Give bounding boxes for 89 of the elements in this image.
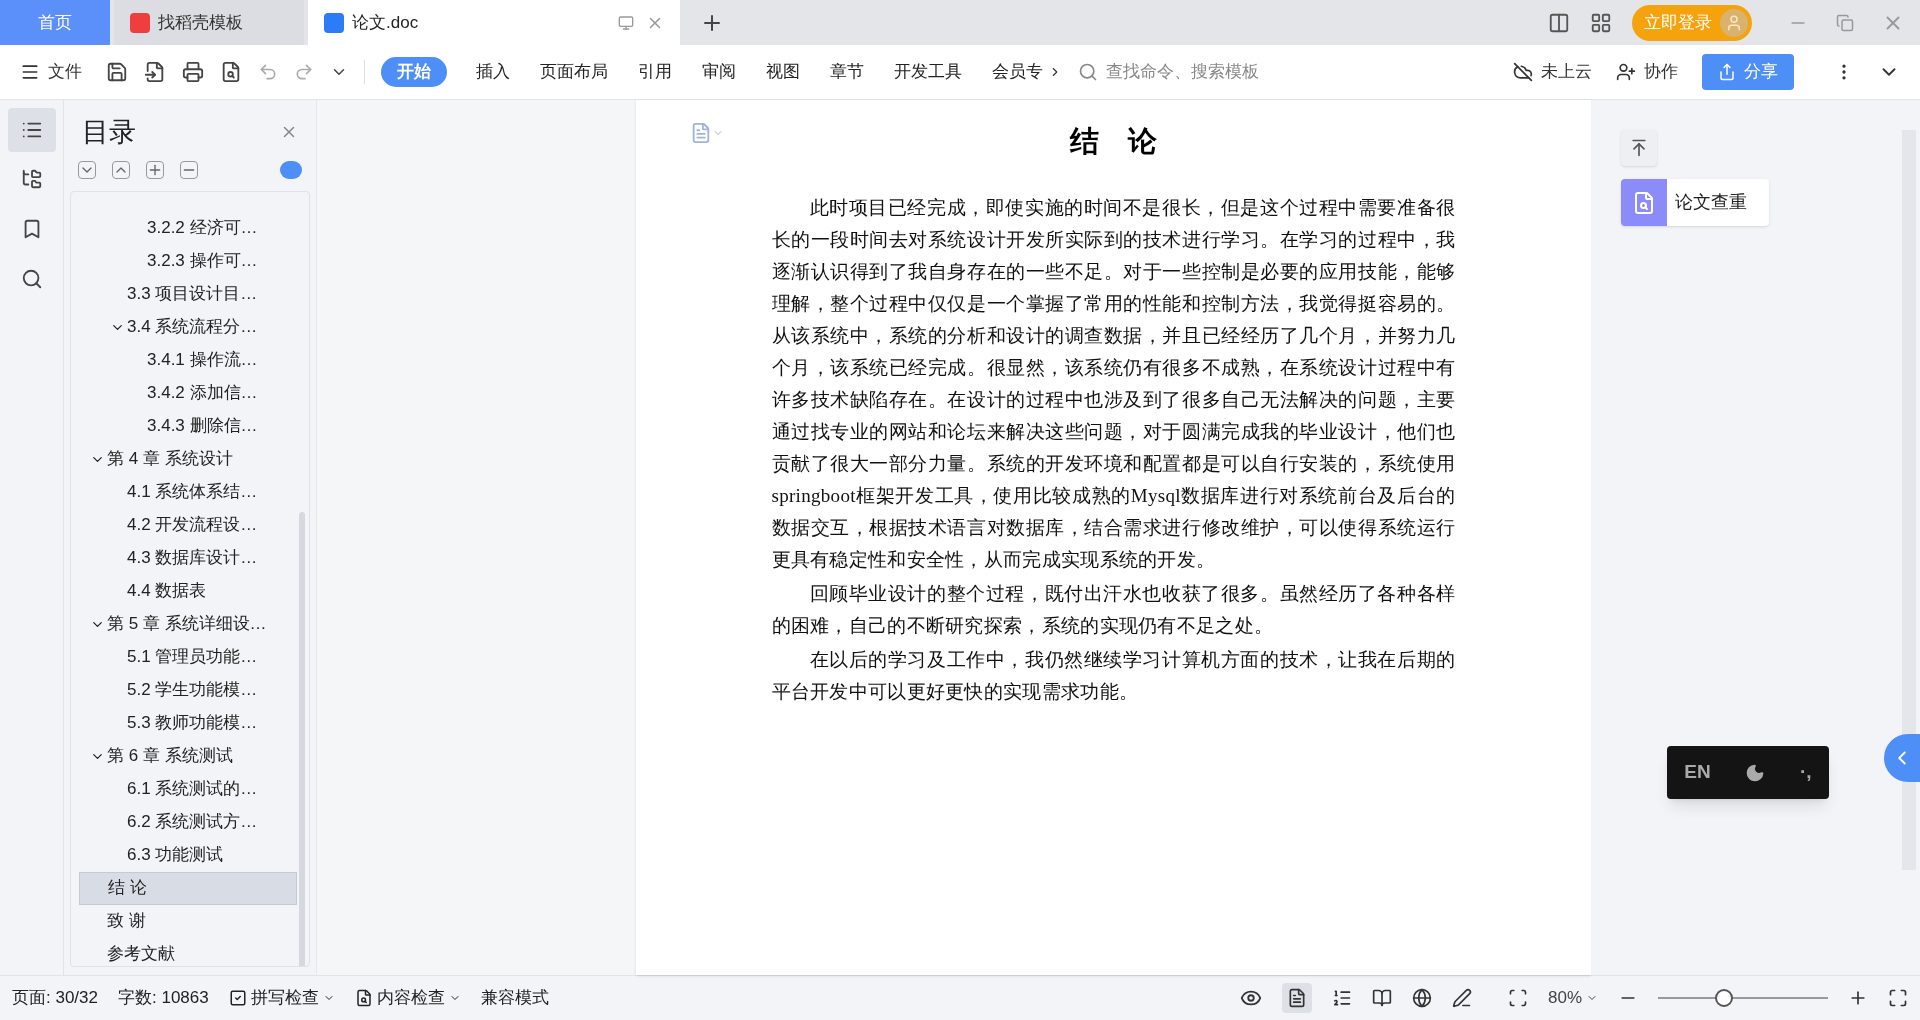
preview-icon[interactable] bbox=[220, 61, 242, 83]
fit-icon[interactable] bbox=[1507, 988, 1528, 1008]
checkbox-icon bbox=[228, 989, 247, 1007]
collaborate-button[interactable]: 协作 bbox=[1616, 59, 1678, 85]
toc-item[interactable]: 第 4 章 系统设计 bbox=[79, 442, 297, 476]
document-title: 结 论 bbox=[1070, 124, 1157, 159]
toc-item[interactable]: 3.2.3 操作可… bbox=[79, 244, 297, 278]
layout-icon[interactable] bbox=[1548, 11, 1570, 34]
ribbon-tab[interactable]: 开发工具 bbox=[881, 57, 975, 87]
ime-toolbar[interactable]: EN ·, bbox=[1667, 746, 1829, 799]
page-view-icon[interactable] bbox=[1281, 983, 1312, 1013]
ime-mode: EN bbox=[1684, 760, 1711, 785]
toc-item[interactable]: 4.1 系统体系结… bbox=[79, 475, 297, 509]
toc-item[interactable]: 5.3 教师功能模… bbox=[79, 706, 297, 740]
ribbon-tab[interactable]: 视图 bbox=[753, 57, 813, 87]
collapse-all-icon[interactable] bbox=[78, 160, 96, 179]
page-count: 页面: 30/32 bbox=[12, 987, 98, 1010]
toc-icon[interactable] bbox=[7, 108, 56, 152]
toc-item[interactable]: 参考文献 bbox=[79, 937, 297, 966]
document-search-icon bbox=[1621, 179, 1667, 226]
promote-icon[interactable] bbox=[146, 160, 164, 179]
collapse-panel-button[interactable] bbox=[1884, 734, 1920, 782]
expand-up-icon[interactable] bbox=[112, 160, 130, 179]
file-menu[interactable]: 文件 bbox=[20, 59, 82, 85]
content-check-button[interactable]: 内容检查 bbox=[354, 985, 461, 1011]
apps-grid-icon[interactable] bbox=[1590, 11, 1612, 34]
toc-item[interactable]: 3.4.2 添加信… bbox=[79, 376, 297, 410]
export-icon[interactable] bbox=[144, 61, 166, 83]
toc-item[interactable]: 第 5 章 系统详细设… bbox=[79, 607, 297, 641]
document-paragraph: 回顾毕业设计的整个过程，既付出汗水也收获了很多。虽然经历了各种各样的困难，自己的不断研究探索，系统的实现仍有不足之处。 bbox=[771, 581, 1456, 638]
toc-item[interactable]: 致 谢 bbox=[79, 904, 297, 938]
tab[interactable]: 找稻壳模板 bbox=[114, 0, 304, 45]
zoom-slider[interactable] bbox=[1714, 989, 1733, 1007]
word-count: 字数: 10863 bbox=[118, 987, 209, 1010]
search-icon bbox=[1078, 62, 1098, 82]
reading-icon[interactable] bbox=[1371, 988, 1392, 1008]
ribbon-tab[interactable]: 引用 bbox=[625, 57, 685, 87]
compat-mode: 兼容模式 bbox=[480, 987, 549, 1010]
pen-icon[interactable] bbox=[1451, 988, 1472, 1008]
toc-item[interactable]: 5.2 学生功能模… bbox=[79, 673, 297, 707]
spell-check-button[interactable]: 拼写检查 bbox=[228, 985, 335, 1011]
toc-item[interactable]: 3.2.2 经济可… bbox=[79, 211, 297, 245]
ribbon-tab[interactable]: 审阅 bbox=[689, 57, 749, 87]
toc-item[interactable]: 4.3 数据库设计… bbox=[79, 541, 297, 575]
search-field[interactable]: 查找命令、搜索模板 bbox=[1078, 59, 1259, 85]
eject-button[interactable] bbox=[1621, 130, 1657, 166]
toc-item[interactable]: 3.3 项目设计目… bbox=[79, 277, 297, 311]
toc-item[interactable]: 5.1 管理员功能… bbox=[79, 640, 297, 674]
toc-item[interactable]: 4.2 开发流程设… bbox=[79, 508, 297, 542]
toc-item[interactable]: 结 论 bbox=[79, 871, 297, 905]
punctuation-mode: ·, bbox=[1800, 760, 1812, 785]
document-paragraph: 在以后的学习及工作中，我仍然继续学习计算机方面的技术，让我在后期的平台开发中可以更好更快的实现需求功能。 bbox=[771, 647, 1456, 704]
toc-item[interactable]: 3.4.3 删除信… bbox=[79, 409, 297, 443]
toc-item[interactable]: 第 6 章 系统测试 bbox=[79, 739, 297, 773]
ribbon-tab[interactable]: 插入 bbox=[463, 57, 523, 87]
toc-item[interactable]: 6.2 系统测试方… bbox=[79, 805, 297, 839]
share-icon bbox=[1718, 63, 1736, 81]
save-icon[interactable] bbox=[106, 61, 128, 83]
ribbon-tab[interactable]: 页面布局 bbox=[527, 57, 621, 87]
zoom-menu[interactable]: 80% bbox=[1547, 985, 1598, 1011]
fullscreen-icon[interactable] bbox=[1888, 988, 1908, 1008]
navigation-icon[interactable] bbox=[20, 168, 43, 190]
collapse-up-icon bbox=[1629, 138, 1649, 158]
ribbon-tab[interactable]: 会员专 bbox=[979, 57, 1056, 87]
toc-item[interactable]: 6.1 系统测试的… bbox=[79, 772, 297, 806]
add-user-icon bbox=[1616, 62, 1636, 82]
toc-item[interactable]: 3.4 系统流程分… bbox=[79, 310, 297, 344]
toc-item[interactable]: 4.4 数据表 bbox=[79, 574, 297, 608]
paper-check-button[interactable]: 论文查重 bbox=[1621, 179, 1769, 226]
toc-item[interactable]: 3.4.1 操作流… bbox=[79, 343, 297, 377]
moon-icon[interactable] bbox=[1745, 762, 1766, 783]
web-icon[interactable] bbox=[1411, 988, 1432, 1008]
monitor-icon[interactable] bbox=[618, 14, 634, 31]
panel-title: 目录 bbox=[82, 116, 136, 149]
toc-item[interactable]: 6.3 功能测试 bbox=[79, 838, 297, 872]
app-logo-icon bbox=[130, 12, 150, 33]
avatar-icon bbox=[1720, 8, 1748, 37]
demote-icon[interactable] bbox=[180, 160, 198, 179]
document-search-icon bbox=[354, 989, 373, 1007]
cloud-button[interactable]: 未上云 bbox=[1513, 59, 1592, 85]
outline-icon[interactable] bbox=[1331, 988, 1352, 1008]
ribbon-tab[interactable]: 章节 bbox=[817, 57, 877, 87]
word-doc-icon bbox=[324, 12, 344, 33]
document-paragraph: 此时项目已经完成，即使实施的时间不是很长，但是这个过程中需要准备很长的一段时间去对系统设计开发所实际到的技术进行学习。在学习的过程中，我逐渐认识得到了我自身存在的一些不足。对于一些控制是必要的应用技能，能够理解，整个过程中仅仅是一个掌握了常用的性能和控制方法，我觉得挺容易的。从该系统中，系统的分析和设计的调查数据，并且已经经历了几个月，并努力几个月，该系统已经完成。很显然，该系统仍有很多不成熟，在系统设计过程中有许多技术缺陷存在。在设计的过程中也涉及到了很多自己无法解决的问题，主要通过找专业的网站和论坛来解决这些问题，对于圆满完成我的毕业设计，他们也贡献了很大一部分力量。系统的开发环境和配置都是可以自行安装的，系统使用springboot框架开发工具，使用比较成熟的Mysql数据库进行对系统前台及后台的数据交互，根据技术语言对数据库，结合需求进行修改维护，可以使得系统运行更具有稳定性和安全性，从而完成实现系统的开发。 bbox=[771, 195, 1456, 572]
cloud-icon bbox=[1513, 62, 1533, 82]
print-icon[interactable] bbox=[182, 61, 204, 83]
tab[interactable]: 论文.doc bbox=[308, 0, 680, 45]
search-icon[interactable] bbox=[20, 268, 43, 290]
menu-icon bbox=[20, 62, 40, 82]
